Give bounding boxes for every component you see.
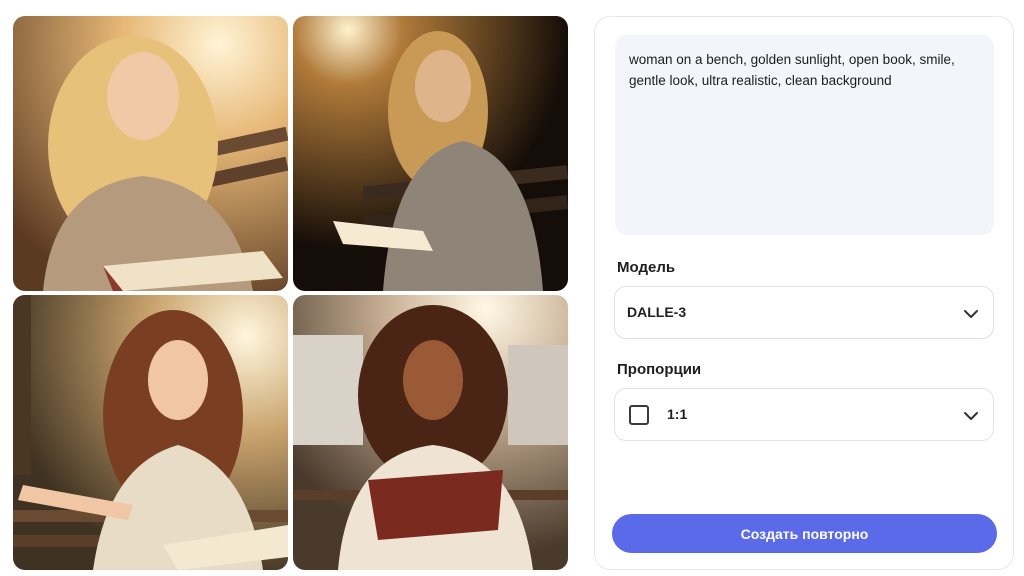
image-1-illustration xyxy=(13,16,288,291)
image-4-illustration xyxy=(293,295,568,570)
model-value: DALLE-3 xyxy=(627,304,687,320)
generated-image-2[interactable] xyxy=(293,16,568,291)
prompt-text[interactable]: woman on a bench, golden sunlight, open … xyxy=(615,35,994,235)
ratio-label: Пропорции xyxy=(617,361,702,378)
generated-image-1[interactable] xyxy=(13,16,288,291)
chevron-down-icon xyxy=(964,310,978,318)
chevron-down-icon xyxy=(964,412,978,420)
model-label: Модель xyxy=(617,259,676,276)
settings-panel: woman on a bench, golden sunlight, open … xyxy=(594,16,1014,570)
generated-image-3[interactable] xyxy=(13,295,288,570)
model-select[interactable]: DALLE-3 xyxy=(614,286,994,339)
image-grid xyxy=(13,16,568,570)
image-2-illustration xyxy=(293,16,568,291)
regenerate-button[interactable]: Создать повторно xyxy=(612,514,997,553)
ratio-value: 1:1 xyxy=(667,406,688,422)
generated-image-4[interactable] xyxy=(293,295,568,570)
image-3-illustration xyxy=(13,295,288,570)
ratio-select[interactable]: 1:1 xyxy=(614,388,994,441)
square-ratio-icon xyxy=(629,405,649,425)
